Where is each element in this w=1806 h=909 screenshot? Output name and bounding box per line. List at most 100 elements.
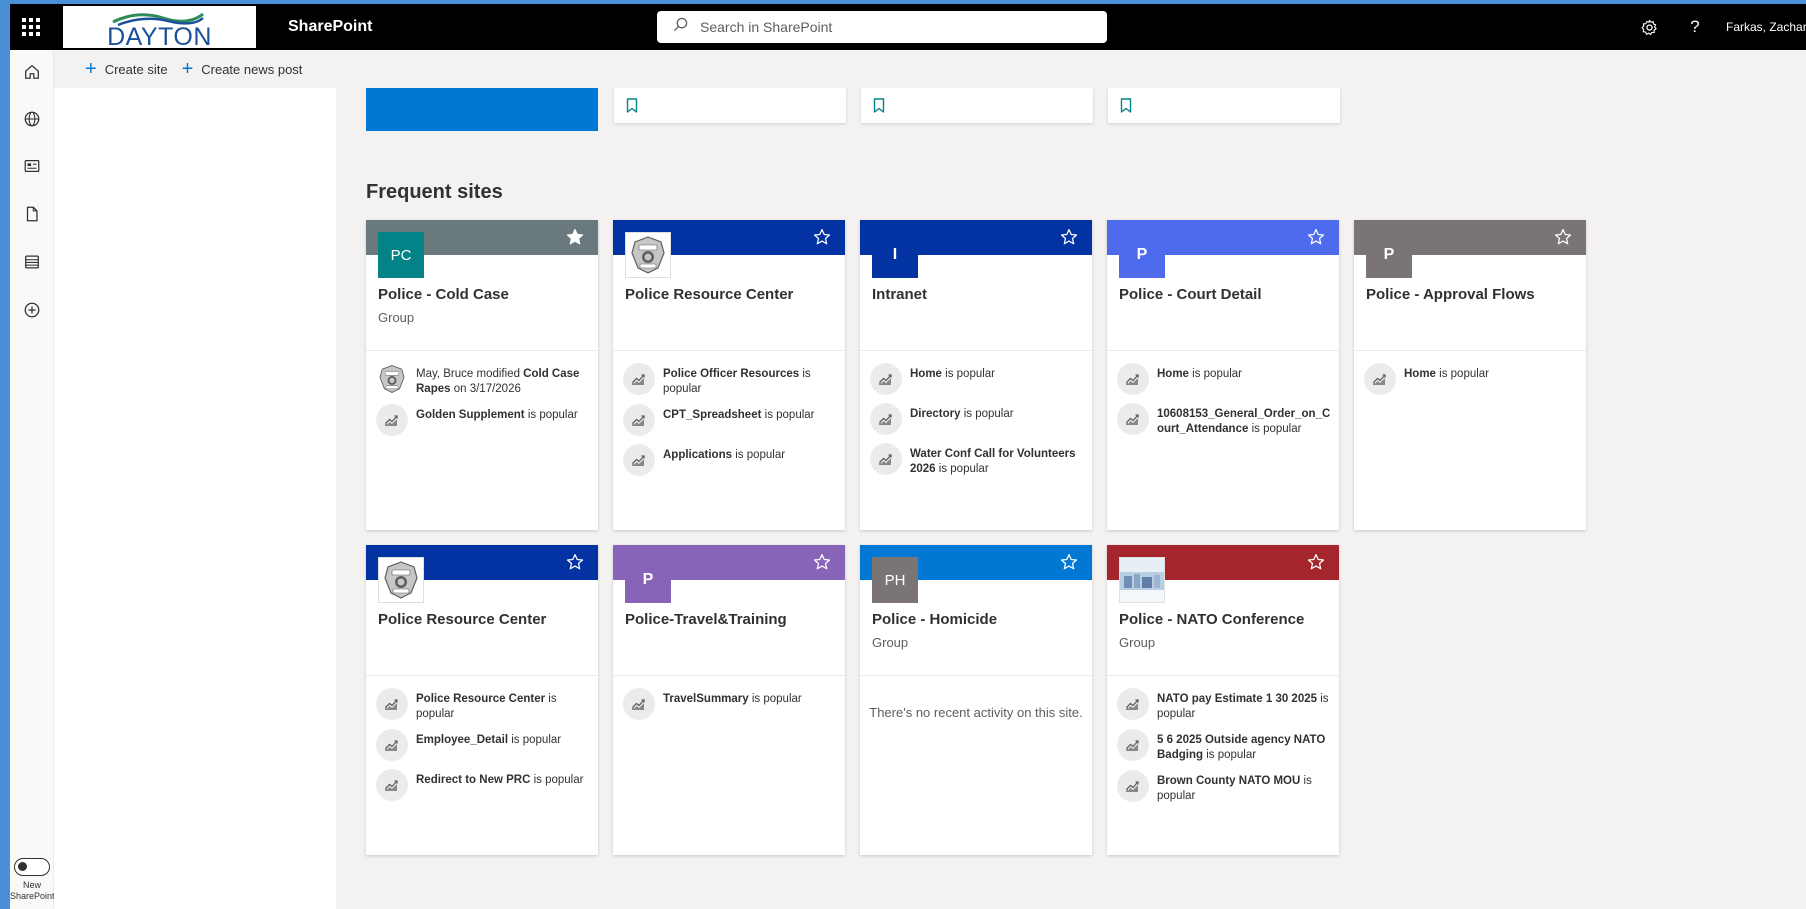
star-filled-icon[interactable] xyxy=(566,228,584,246)
activity-item-title[interactable]: Directory xyxy=(910,408,961,420)
activity-item-title[interactable]: 10608153_General_Order_on_Court_Attendan… xyxy=(1157,408,1330,435)
site-card[interactable]: P Police - Approval Flows Home is popular xyxy=(1354,220,1586,530)
activity-item-title[interactable]: Home xyxy=(1404,368,1436,380)
activity-item-title[interactable]: TravelSummary xyxy=(663,693,749,705)
site-logo: P xyxy=(625,557,671,603)
star-outline-icon[interactable] xyxy=(1307,553,1325,571)
activity-item[interactable]: Directory is popular xyxy=(870,403,1084,436)
news-card-partial[interactable] xyxy=(614,88,846,123)
trending-icon xyxy=(870,403,902,435)
activity-item[interactable]: Home is popular xyxy=(870,363,1084,396)
list-icon[interactable] xyxy=(20,250,44,274)
activity-item-title[interactable]: Applications xyxy=(663,449,732,461)
help-icon[interactable]: ? xyxy=(1682,14,1708,40)
create-news-post-button[interactable]: + Create news post xyxy=(182,59,303,79)
activity-item[interactable]: Police Resource Center is popular xyxy=(376,688,590,722)
search-box[interactable] xyxy=(657,11,1107,43)
activity-item[interactable]: Brown County NATO MOU is popular xyxy=(1117,770,1331,804)
settings-gear-icon[interactable] xyxy=(1636,14,1662,40)
activity-item-title[interactable]: Employee_Detail xyxy=(416,734,508,746)
activity-item[interactable]: Home is popular xyxy=(1364,363,1578,396)
activity-list: May, Bruce modified Cold Case Rapes on 3… xyxy=(376,363,590,447)
activity-item-title[interactable]: Home xyxy=(1157,368,1189,380)
activity-item-title[interactable]: Brown County NATO MOU xyxy=(1157,775,1300,787)
new-sharepoint-toggle-group: New SharePoint xyxy=(10,858,55,902)
file-icon[interactable] xyxy=(20,202,44,226)
bookmark-icon[interactable] xyxy=(873,98,885,118)
site-name[interactable]: Police Resource Center xyxy=(378,611,546,628)
site-card[interactable]: Police Resource Center Police Officer Res… xyxy=(613,220,845,530)
site-name[interactable]: Police - NATO Conference xyxy=(1119,611,1304,628)
dayton-logo[interactable]: DAYTON xyxy=(63,6,256,48)
site-name[interactable]: Police-Travel&Training xyxy=(625,611,787,628)
news-card-partial[interactable] xyxy=(861,88,1093,123)
activity-item[interactable]: Redirect to New PRC is popular xyxy=(376,769,590,802)
trending-icon xyxy=(376,688,408,720)
new-sharepoint-toggle[interactable] xyxy=(14,858,50,876)
star-outline-icon[interactable] xyxy=(1554,228,1572,246)
activity-item-title[interactable]: Police Resource Center xyxy=(416,693,545,705)
trending-icon xyxy=(1117,363,1149,395)
star-outline-icon[interactable] xyxy=(813,228,831,246)
site-type: Group xyxy=(378,310,415,325)
activity-item[interactable]: Police Officer Resources is popular xyxy=(623,363,837,397)
activity-item-title[interactable]: CPT_Spreadsheet xyxy=(663,409,761,421)
activity-item-title[interactable]: Home xyxy=(910,368,942,380)
news-card-partial[interactable] xyxy=(1108,88,1340,123)
activity-item-title[interactable]: Golden Supplement xyxy=(416,409,525,421)
logo-text: DAYTON xyxy=(107,23,212,48)
app-name[interactable]: SharePoint xyxy=(288,18,372,36)
site-card[interactable]: PH Police - Homicide Group There's no recen… xyxy=(860,545,1092,855)
activity-item[interactable]: NATO pay Estimate 1 30 2025 is popular xyxy=(1117,688,1331,722)
activity-item[interactable]: TravelSummary is popular xyxy=(623,688,837,721)
followed-site-card-partial[interactable] xyxy=(366,88,598,131)
star-outline-icon[interactable] xyxy=(566,553,584,571)
site-logo: P xyxy=(1366,232,1412,278)
activity-item[interactable]: Water Conf Call for Volunteers 2026 is p… xyxy=(870,443,1084,477)
globe-icon[interactable] xyxy=(20,107,44,131)
activity-item[interactable]: 5 6 2025 Outside agency NATO Badging is … xyxy=(1117,729,1331,763)
activity-item[interactable]: Golden Supplement is popular xyxy=(376,404,590,437)
activity-item[interactable]: May, Bruce modified Cold Case Rapes on 3… xyxy=(376,363,590,397)
star-outline-icon[interactable] xyxy=(813,553,831,571)
site-name[interactable]: Police Resource Center xyxy=(625,286,793,303)
activity-text: Home is popular xyxy=(1404,368,1490,380)
activity-item[interactable]: Employee_Detail is popular xyxy=(376,729,590,762)
activity-item[interactable]: 10608153_General_Order_on_Court_Attendan… xyxy=(1117,403,1331,437)
bookmark-icon[interactable] xyxy=(1120,98,1132,118)
site-card[interactable]: P Police-Travel&Training TravelSummary is … xyxy=(613,545,845,855)
activity-item[interactable]: Applications is popular xyxy=(623,444,837,477)
site-name[interactable]: Police - Homicide xyxy=(872,611,997,628)
home-icon[interactable] xyxy=(20,60,44,84)
site-card[interactable]: I Intranet Home is popular Directory is pop… xyxy=(860,220,1092,530)
user-name[interactable]: Farkas, Zachary xyxy=(1726,20,1806,34)
site-name[interactable]: Police - Cold Case xyxy=(378,286,509,303)
activity-item[interactable]: CPT_Spreadsheet is popular xyxy=(623,404,837,437)
star-outline-icon[interactable] xyxy=(1060,228,1078,246)
activity-item[interactable]: Home is popular xyxy=(1117,363,1331,396)
activity-text: Police Officer Resources is popular xyxy=(663,368,811,395)
site-name[interactable]: Police - Court Detail xyxy=(1119,286,1262,303)
app-launcher-icon[interactable] xyxy=(10,4,52,50)
star-outline-icon[interactable] xyxy=(1307,228,1325,246)
no-activity-message: There's no recent activity on this site. xyxy=(869,705,1083,720)
site-card[interactable]: PC Police - Cold Case Group May, Bruce modi… xyxy=(366,220,598,530)
site-card[interactable]: Police - NATO Conference Group NATO pay Es… xyxy=(1107,545,1339,855)
star-outline-icon[interactable] xyxy=(1060,553,1078,571)
activity-text: Home is popular xyxy=(1157,368,1243,380)
activity-item-title[interactable]: Police Officer Resources xyxy=(663,368,799,380)
site-card[interactable]: P Police - Court Detail Home is popular 106… xyxy=(1107,220,1339,530)
card-divider xyxy=(860,675,1092,676)
bookmark-icon[interactable] xyxy=(626,98,638,118)
activity-item-title[interactable]: Redirect to New PRC xyxy=(416,774,530,786)
site-name[interactable]: Intranet xyxy=(872,286,927,303)
site-card[interactable]: Police Resource Center Police Resource Ce… xyxy=(366,545,598,855)
news-icon[interactable] xyxy=(20,154,44,178)
search-input[interactable] xyxy=(700,19,1080,35)
site-name[interactable]: Police - Approval Flows xyxy=(1366,286,1535,303)
activity-item-title[interactable]: NATO pay Estimate 1 30 2025 xyxy=(1157,693,1317,705)
trending-icon xyxy=(870,363,902,395)
create-site-button[interactable]: + Create site xyxy=(85,59,168,79)
create-plus-circle-icon[interactable] xyxy=(20,298,44,322)
activity-text: Golden Supplement is popular xyxy=(416,409,578,421)
